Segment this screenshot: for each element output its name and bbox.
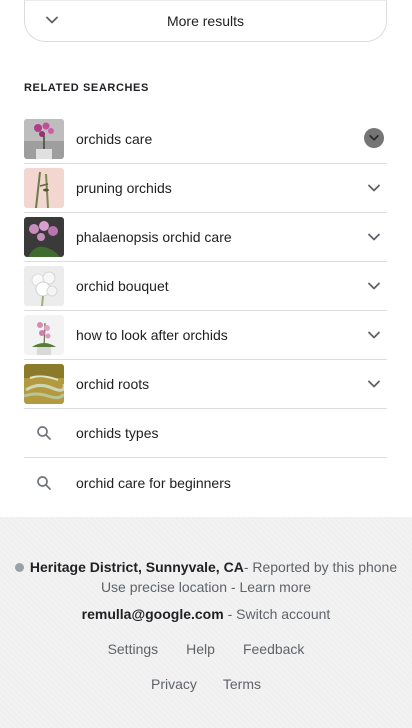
privacy-link[interactable]: Privacy bbox=[151, 676, 197, 692]
chevron-down-icon bbox=[46, 16, 58, 24]
account-line: remulla@google.com - Switch account bbox=[0, 606, 412, 622]
location-line: Heritage District, Sunnyvale, CA - Repor… bbox=[0, 559, 412, 575]
location-name: Heritage District, Sunnyvale, CA bbox=[29, 559, 244, 575]
chevron-down-icon[interactable] bbox=[364, 128, 384, 148]
learn-more-link[interactable]: Learn more bbox=[239, 579, 311, 595]
orchid-thumbnail bbox=[24, 266, 64, 306]
location-source: - Reported by this phone bbox=[243, 559, 398, 575]
footer-links-row1: Settings Help Feedback bbox=[0, 641, 412, 657]
chevron-down-icon[interactable] bbox=[367, 377, 381, 391]
feedback-link[interactable]: Feedback bbox=[243, 641, 304, 657]
more-results-button[interactable]: More results bbox=[24, 0, 387, 42]
chevron-down-icon[interactable] bbox=[367, 279, 381, 293]
search-icon bbox=[24, 475, 64, 491]
related-search-label: how to look after orchids bbox=[76, 327, 228, 343]
related-searches-heading: RELATED SEARCHES bbox=[24, 82, 149, 94]
location-actions: Use precise location - Learn more bbox=[0, 579, 412, 595]
related-search-item[interactable]: pruning orchids bbox=[24, 164, 387, 213]
related-search-item[interactable]: phalaenopsis orchid care bbox=[24, 213, 387, 262]
search-icon bbox=[24, 425, 64, 441]
help-link[interactable]: Help bbox=[186, 641, 215, 657]
related-search-label: orchids care bbox=[76, 131, 153, 147]
use-precise-location-link[interactable]: Use precise location bbox=[101, 579, 227, 595]
chevron-down-icon[interactable] bbox=[367, 181, 381, 195]
orchid-thumbnail bbox=[24, 119, 64, 159]
orchid-thumbnail bbox=[24, 364, 64, 404]
separator: - bbox=[227, 579, 240, 595]
chevron-down-icon[interactable] bbox=[367, 328, 381, 342]
related-search-label: orchids types bbox=[76, 425, 159, 441]
switch-account-link[interactable]: Switch account bbox=[236, 606, 330, 622]
related-search-item[interactable]: orchid care for beginners bbox=[24, 458, 387, 507]
more-results-label: More results bbox=[166, 13, 245, 29]
related-search-label: orchid bouquet bbox=[76, 278, 169, 294]
related-search-label: phalaenopsis orchid care bbox=[76, 229, 232, 245]
related-search-item[interactable]: orchid roots bbox=[24, 360, 387, 409]
footer-links-row2: Privacy Terms bbox=[0, 676, 412, 692]
terms-link[interactable]: Terms bbox=[223, 676, 261, 692]
orchid-thumbnail bbox=[24, 315, 64, 355]
orchid-thumbnail bbox=[24, 217, 64, 257]
orchid-thumbnail bbox=[24, 168, 64, 208]
settings-link[interactable]: Settings bbox=[108, 641, 159, 657]
related-search-label: pruning orchids bbox=[76, 180, 172, 196]
separator: - bbox=[223, 606, 237, 622]
related-search-label: orchid care for beginners bbox=[76, 474, 231, 491]
related-search-item[interactable]: orchid bouquet bbox=[24, 262, 387, 311]
related-search-item[interactable]: orchids types bbox=[24, 409, 387, 458]
page-footer: Heritage District, Sunnyvale, CA - Repor… bbox=[0, 517, 412, 728]
location-dot-icon bbox=[14, 562, 24, 572]
related-search-item[interactable]: orchids care bbox=[24, 115, 387, 164]
related-search-label: orchid roots bbox=[76, 376, 150, 392]
related-search-item[interactable]: how to look after orchids bbox=[24, 311, 387, 360]
account-email: remulla@google.com bbox=[81, 606, 224, 622]
chevron-down-icon[interactable] bbox=[367, 230, 381, 244]
related-searches-list: orchids care pruning orchids phalaenopsi… bbox=[24, 115, 387, 507]
